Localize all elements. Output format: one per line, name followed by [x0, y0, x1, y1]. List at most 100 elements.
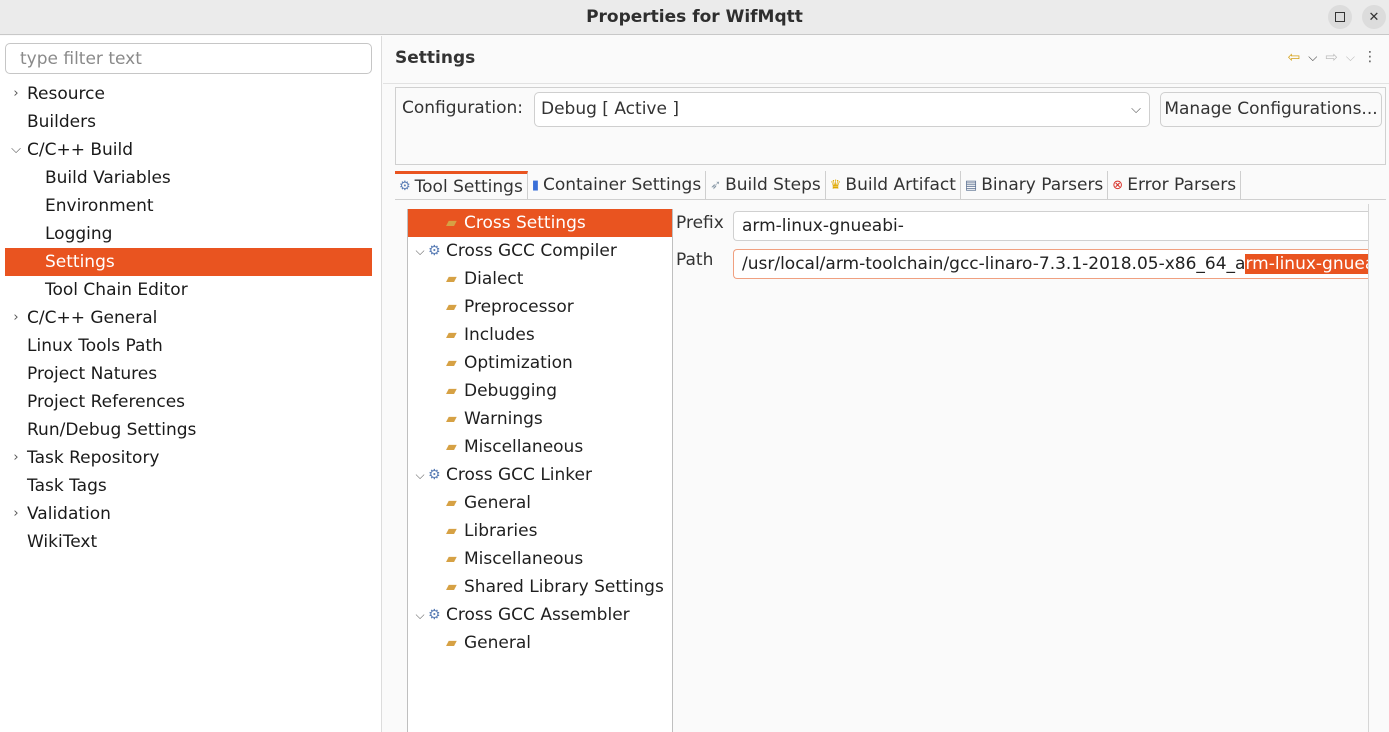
tab-build-steps[interactable]: ➶ Build Steps — [706, 171, 826, 199]
tab-binary-parsers[interactable]: ▤ Binary Parsers — [961, 171, 1109, 199]
tool-tree-item[interactable]: ▰ General — [408, 489, 672, 517]
tool-tree-item-label: Cross GCC Assembler — [446, 605, 630, 625]
tool-tree-item-label: Includes — [464, 325, 535, 345]
tree-item[interactable]: Run/Debug Settings — [5, 416, 372, 444]
tree-item-label: Tool Chain Editor — [45, 280, 188, 300]
folder-settings-icon: ▰ — [446, 299, 457, 315]
tool-tree-item[interactable]: ⌵ ⚙ Cross GCC Linker — [408, 461, 672, 489]
tree-item[interactable]: › C/C++ General — [5, 304, 372, 332]
folder-settings-icon: ▰ — [446, 579, 457, 595]
tool-tree-item-label: Miscellaneous — [464, 549, 584, 569]
chevron-right-icon[interactable]: › — [9, 444, 23, 472]
tab-label: Tool Settings — [414, 176, 523, 197]
tool-tree-item[interactable]: ▰ Shared Library Settings — [408, 573, 672, 601]
tool-tree-item-label: Dialect — [464, 269, 524, 289]
tool-tree-item[interactable]: ▰ Debugging — [408, 377, 672, 405]
title-bar: Properties for WifMqtt ✕ — [0, 0, 1389, 35]
tab-container-settings[interactable]: ▮ Container Settings — [528, 171, 707, 199]
chevron-right-icon[interactable]: › — [9, 500, 23, 528]
tree-item-label: Resource — [27, 84, 105, 104]
tree-item-label: Run/Debug Settings — [27, 420, 197, 440]
path-label: Path — [676, 250, 714, 270]
tool-tree-item-label: Cross GCC Compiler — [446, 241, 617, 261]
tree-item[interactable]: Settings — [5, 248, 372, 276]
tool-tree-item-label: General — [464, 493, 531, 513]
tool-tree-item[interactable]: ▰ Includes — [408, 321, 672, 349]
tree-item[interactable]: Linux Tools Path — [5, 332, 372, 360]
configuration-group: Configuration: Debug [ Active ] ⌵ Manage… — [395, 87, 1386, 165]
chevron-down-icon[interactable]: ⌵ — [414, 237, 426, 265]
tree-item[interactable]: › Task Repository — [5, 444, 372, 472]
navigation-panel: ›ResourceBuilders⌵C/C++ BuildBuild Varia… — [0, 36, 382, 732]
window-title: Properties for WifMqtt — [586, 7, 803, 27]
tree-item-label: WikiText — [27, 532, 98, 552]
tree-item-label: Task Repository — [27, 448, 160, 468]
tree-item[interactable]: Tool Chain Editor — [5, 276, 372, 304]
folder-settings-icon: ▰ — [446, 355, 457, 371]
tree-item-label: Linux Tools Path — [27, 336, 163, 356]
folder-settings-icon: ▰ — [446, 635, 457, 651]
chevron-right-icon[interactable]: › — [9, 304, 23, 332]
tree-item[interactable]: Task Tags — [5, 472, 372, 500]
prefix-input[interactable]: arm-linux-gnueabi- — [733, 211, 1368, 241]
tab-label: Error Parsers — [1127, 174, 1237, 195]
maximize-icon — [1335, 12, 1345, 22]
tool-gear-icon: ⚙ — [428, 467, 441, 483]
tool-tree-item-label: Warnings — [464, 409, 543, 429]
configuration-value: Debug [ Active ] — [541, 99, 679, 119]
error-icon: ⊗ — [1112, 177, 1124, 193]
manage-configurations-button[interactable]: Manage Configurations... — [1160, 92, 1382, 127]
chevron-down-icon: ⌵ — [1131, 102, 1141, 117]
prefix-value: arm-linux-gnueabi- — [742, 216, 904, 236]
tool-tree-item-label: Preprocessor — [464, 297, 574, 317]
tool-gear-icon: ⚙ — [428, 243, 441, 259]
path-selected-text: rm-linux-gnueab — [1245, 254, 1368, 274]
tool-tree-item[interactable]: ▰ Cross Settings — [408, 209, 672, 237]
tool-tree-item[interactable]: ▰ Warnings — [408, 405, 672, 433]
page-title: Settings — [395, 48, 476, 68]
tree-item[interactable]: Project References — [5, 388, 372, 416]
tool-settings-tree: ▰ Cross Settings ⌵ ⚙ Cross GCC Compiler ▰ Dial… — [407, 209, 673, 732]
tree-item[interactable]: WikiText — [5, 528, 372, 556]
configuration-select[interactable]: Debug [ Active ] ⌵ — [534, 92, 1150, 127]
tree-item[interactable]: Project Natures — [5, 360, 372, 388]
tool-tree-item[interactable]: ▰ Miscellaneous — [408, 433, 672, 461]
tool-tree-item[interactable]: ▰ Miscellaneous — [408, 545, 672, 573]
forward-history-chevron-icon[interactable]: ⌵ — [1346, 50, 1355, 65]
tree-item[interactable]: › Resource — [5, 80, 372, 108]
back-history-chevron-icon[interactable]: ⌵ — [1308, 50, 1317, 65]
tool-tree-item-label: General — [464, 633, 531, 653]
filter-input[interactable] — [5, 43, 372, 74]
tree-item[interactable]: Logging — [5, 220, 372, 248]
tree-item[interactable]: ⌵ C/C++ Build — [5, 136, 372, 164]
tool-tree-item[interactable]: ▰ General — [408, 629, 672, 657]
tree-item[interactable]: Build Variables — [5, 164, 372, 192]
tool-tree-item[interactable]: ⌵ ⚙ Cross GCC Assembler — [408, 601, 672, 629]
tab-error-parsers[interactable]: ⊗ Error Parsers — [1108, 171, 1242, 199]
tool-tree-item[interactable]: ▰ Optimization — [408, 349, 672, 377]
configuration-label: Configuration: — [402, 98, 524, 118]
tool-tree-item[interactable]: ▰ Preprocessor — [408, 293, 672, 321]
close-button[interactable]: ✕ — [1362, 5, 1386, 29]
maximize-button[interactable] — [1328, 5, 1352, 29]
tab-build-artifact[interactable]: ♛ Build Artifact — [826, 171, 961, 199]
prefix-label: Prefix — [676, 213, 724, 233]
tool-tree-item-label: Shared Library Settings — [464, 577, 664, 597]
chevron-down-icon[interactable]: ⌵ — [9, 136, 23, 164]
tree-item[interactable]: › Validation — [5, 500, 372, 528]
tool-tree-item[interactable]: ▰ Libraries — [408, 517, 672, 545]
chevron-down-icon[interactable]: ⌵ — [414, 461, 426, 489]
tool-tree-item[interactable]: ⌵ ⚙ Cross GCC Compiler — [408, 237, 672, 265]
tree-item[interactable]: Builders — [5, 108, 372, 136]
tool-tree-item[interactable]: ▰ Dialect — [408, 265, 672, 293]
folder-settings-icon: ▰ — [446, 327, 457, 343]
forward-arrow-icon[interactable]: ⇨ — [1325, 48, 1338, 66]
tab-tool-settings[interactable]: ⚙ Tool Settings — [395, 171, 528, 199]
tree-item[interactable]: Environment — [5, 192, 372, 220]
chevron-right-icon[interactable]: › — [9, 80, 23, 108]
back-arrow-icon[interactable]: ⇦ — [1288, 48, 1301, 66]
tree-item-label: Builders — [27, 112, 96, 132]
path-input[interactable]: /usr/local/arm-toolchain/gcc-linaro-7.3.… — [733, 249, 1368, 279]
chevron-down-icon[interactable]: ⌵ — [414, 601, 426, 629]
view-menu-icon[interactable]: ⋮ — [1363, 49, 1377, 65]
